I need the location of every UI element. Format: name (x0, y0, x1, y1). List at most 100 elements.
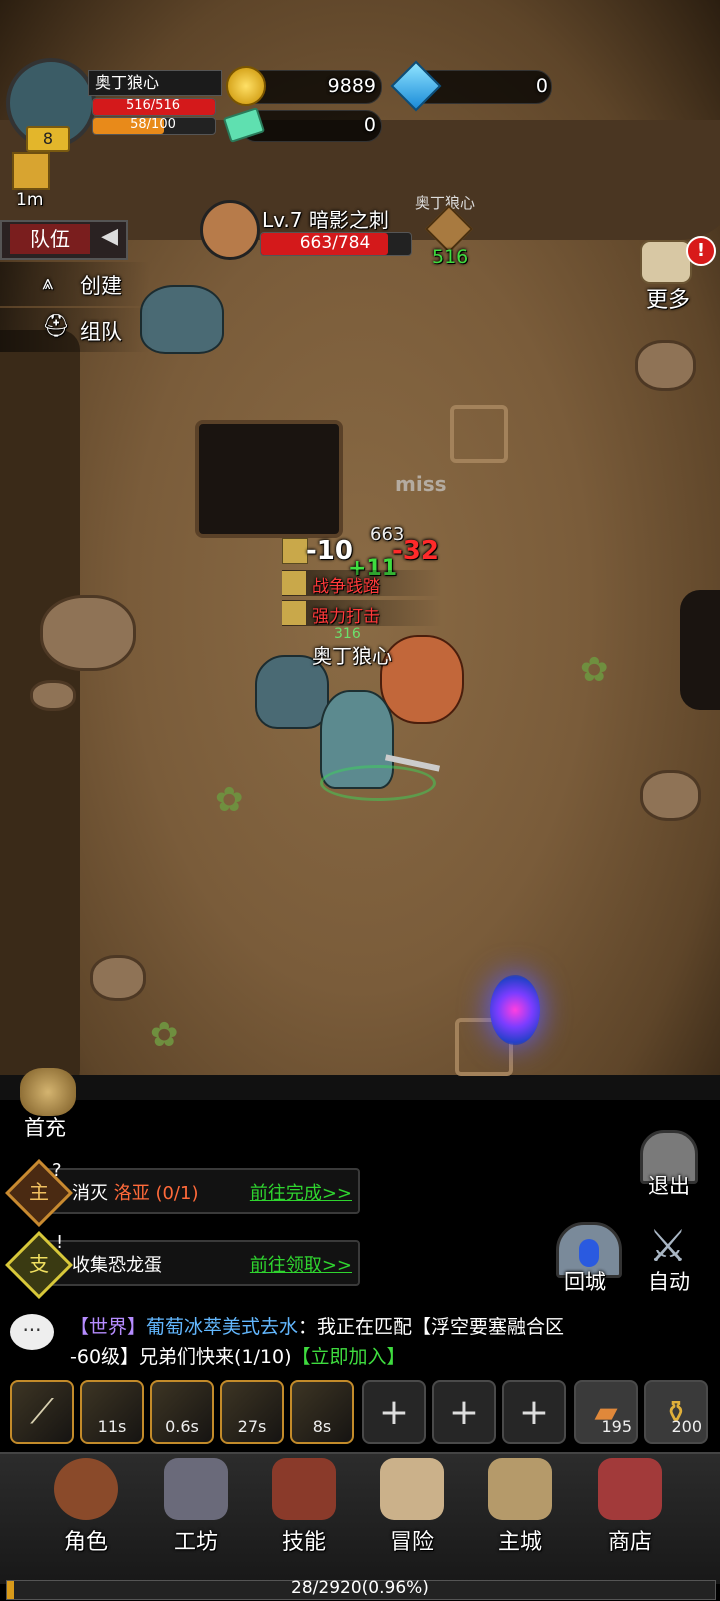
rock (635, 340, 696, 391)
chat-sender[interactable]: 葡萄冰萃美式去水 (146, 1316, 298, 1338)
power-strike-icon (282, 601, 306, 625)
create-team-icon: ⩓ (42, 270, 54, 294)
skill-cooldown-2: 0.6s (165, 1417, 199, 1436)
damage-text-2: -32 (392, 536, 439, 566)
plus-icon: + (448, 1391, 480, 1433)
first-charge-label[interactable]: 首充 (24, 1112, 66, 1142)
item-slot-potion[interactable]: ⚱ 200 (644, 1380, 708, 1444)
rock (30, 680, 76, 711)
skill-cooldown-1: 11s (97, 1417, 127, 1436)
rock (90, 955, 146, 1001)
ticket-amount: 0 (363, 114, 376, 136)
nav-label: 角色 (63, 1530, 108, 1555)
empty-skill-slot[interactable]: + (502, 1380, 566, 1444)
plus-icon: + (518, 1391, 550, 1433)
team-title: 队伍 (10, 224, 90, 254)
chat-bubble-icon[interactable]: ··· (10, 1314, 54, 1350)
team-panel-header[interactable]: 队伍 ◀ (0, 220, 128, 260)
quest-alert-icon: ! (56, 1232, 64, 1253)
skill-slot-4[interactable]: 27s (220, 1380, 284, 1444)
anvil-icon (164, 1458, 228, 1520)
first-charge-icon[interactable] (20, 1068, 76, 1116)
quest-side-text: 收集恐龙蛋 (72, 1255, 162, 1276)
chat-message[interactable]: 【世界】葡萄冰萃美式去水：我正在匹配【浮空要塞融合区 -60级】兄弟们快来(1/… (70, 1312, 710, 1372)
nav-label: 主城 (497, 1530, 542, 1555)
target-ring (320, 765, 436, 801)
nav-main-city[interactable]: 主城 (470, 1458, 570, 1558)
quest-side[interactable]: 收集恐龙蛋 前往领取>> (40, 1240, 360, 1286)
quest-hint-icon: ? (52, 1160, 62, 1181)
quest-main-text: 消灭 洛亚 (0/1) (72, 1183, 199, 1204)
skill-slot-3[interactable]: 0.6s (150, 1380, 214, 1444)
nav-adventure[interactable]: 冒险 (362, 1458, 462, 1558)
portal[interactable] (490, 975, 540, 1045)
hero-label: 奥丁狼心 (312, 644, 392, 668)
skill-slot-5[interactable]: 8s (290, 1380, 354, 1444)
more-label[interactable]: 更多 (646, 282, 690, 314)
item-count-2: 200 (671, 1417, 702, 1436)
portal-door-icon (579, 1239, 599, 1267)
plant: ✿ (580, 650, 609, 690)
plus-icon: + (378, 1391, 410, 1433)
quest-main[interactable]: 消灭 洛亚 (0/1) 前往完成>> (40, 1168, 360, 1214)
create-team-label: 创建 (80, 274, 122, 298)
alert-icon: ! (686, 236, 716, 266)
floor-tile (450, 405, 508, 463)
target-name: Lv.7 暗影之刺 (262, 208, 389, 232)
target-avatar[interactable] (200, 200, 260, 260)
create-team-button[interactable]: ⩓ 创建 (0, 262, 150, 306)
chat-join-link[interactable]: 【立即加入】 (292, 1346, 406, 1368)
quest-main-action[interactable]: 前往完成>> (250, 1179, 352, 1205)
diamond-amount: 0 (535, 75, 548, 97)
skill-cooldown-4: 8s (312, 1417, 332, 1436)
pit (195, 420, 343, 538)
castle-icon (488, 1458, 552, 1520)
item-slot-food[interactable]: ▰ 195 (574, 1380, 638, 1444)
skill-slot-1[interactable]: ⟋ (10, 1380, 74, 1444)
empty-skill-slot[interactable]: + (432, 1380, 496, 1444)
buff-icon[interactable] (12, 152, 50, 190)
ally-marker-value: 516 (432, 246, 469, 268)
dungeon-map[interactable]: ✿ ✿ ✿ (0, 0, 720, 1100)
gold-coin-icon (226, 66, 266, 106)
chat-text-a: ：我正在匹配【浮空要塞融合区 (298, 1316, 565, 1338)
quest-main-badge-text: 主 (29, 1180, 49, 1204)
nav-label: 技能 (281, 1530, 326, 1555)
nav-label: 工坊 (173, 1530, 218, 1555)
crossed-swords-icon[interactable]: ⚔ (642, 1222, 694, 1272)
plant: ✿ (150, 1015, 179, 1055)
item-count-1: 195 (601, 1417, 632, 1436)
quest-side-action[interactable]: 前往领取>> (250, 1251, 352, 1277)
nav-skills[interactable]: 技能 (254, 1458, 354, 1558)
auto-label[interactable]: 自动 (648, 1266, 690, 1296)
skill-book-icon (272, 1458, 336, 1520)
enemy-shadow-thorn[interactable] (380, 635, 464, 724)
more-menu-icon[interactable] (640, 240, 692, 284)
cave-floor-edge (0, 1075, 720, 1100)
war-stomp-icon (282, 571, 306, 595)
collapse-arrow-icon[interactable]: ◀ (101, 224, 118, 249)
skill-slot-2[interactable]: 11s (80, 1380, 144, 1444)
rock (40, 595, 136, 671)
chat-channel: 【世界】 (70, 1316, 147, 1338)
cave-hole-right (680, 590, 720, 710)
nav-workshop[interactable]: 工坊 (146, 1458, 246, 1558)
player-name: 奥丁狼心 (88, 70, 222, 96)
empty-skill-slot[interactable]: + (362, 1380, 426, 1444)
exit-label[interactable]: 退出 (648, 1170, 690, 1200)
nav-character[interactable]: 角色 (36, 1458, 136, 1558)
nav-label: 冒险 (389, 1530, 434, 1555)
player-hp-text: 516/516 (125, 98, 180, 113)
exp-bar-text: 28/2920(0.96%) (291, 1578, 429, 1598)
skill-cooldown-3: 27s (237, 1417, 267, 1436)
return-city-label[interactable]: 回城 (564, 1266, 606, 1296)
enemy-orc-archer[interactable] (140, 285, 224, 354)
cave-wall-left (0, 330, 80, 1090)
nav-label: 商店 (607, 1530, 652, 1555)
helmet-icon: ⛑ (42, 314, 70, 339)
rock (640, 770, 701, 821)
map-scroll-icon (380, 1458, 444, 1520)
nav-shop[interactable]: 商店 (580, 1458, 680, 1558)
join-team-button[interactable]: ⛑ 组队 (0, 308, 150, 352)
plant: ✿ (215, 780, 244, 820)
